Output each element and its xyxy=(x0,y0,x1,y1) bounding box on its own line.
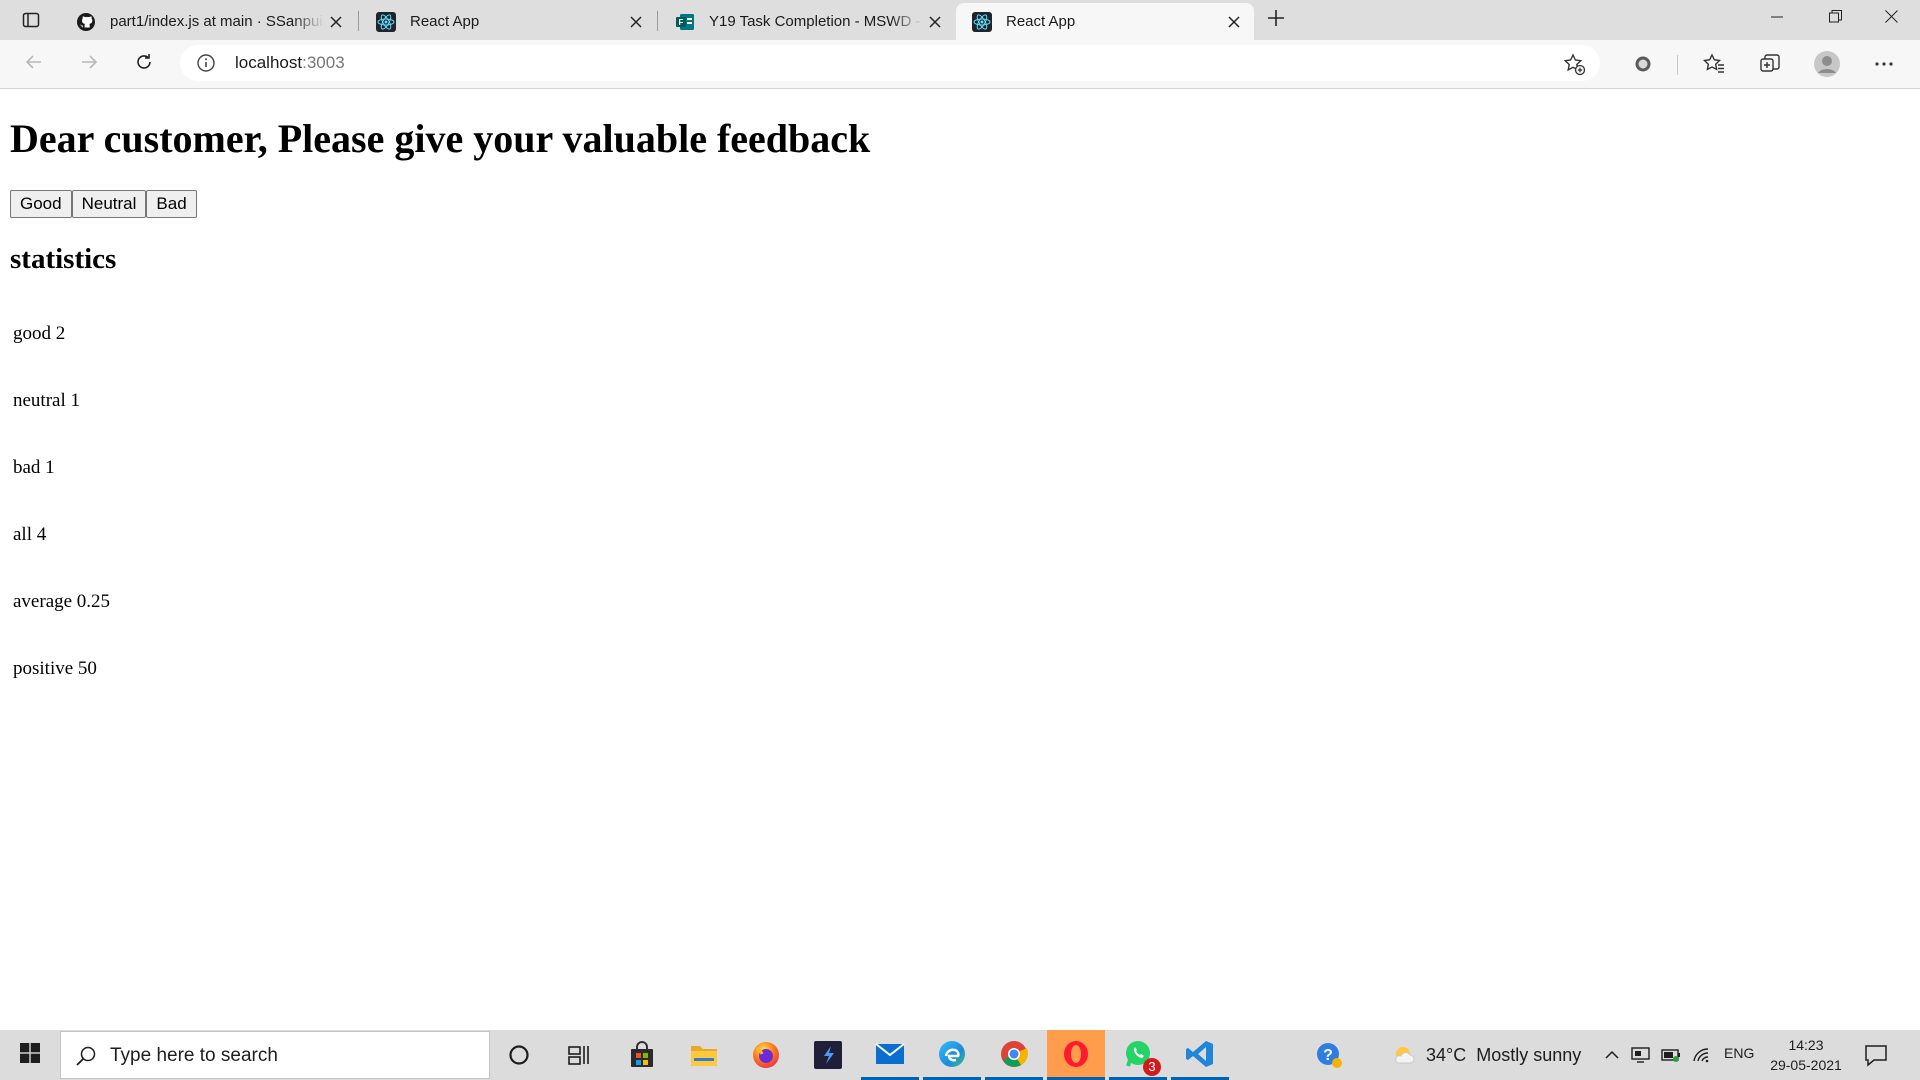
toolbar-separator xyxy=(1677,55,1678,75)
minimize-button[interactable] xyxy=(1748,0,1806,38)
windows-icon xyxy=(20,1042,40,1068)
notification-badge: 3 xyxy=(1143,1058,1161,1076)
weather-condition: Mostly sunny xyxy=(1476,1044,1582,1065)
restore-button[interactable] xyxy=(1806,0,1864,38)
address-bar[interactable]: localhost:3003 xyxy=(180,45,1600,81)
wifi-icon[interactable] xyxy=(1688,1030,1716,1080)
firefox-icon[interactable] xyxy=(737,1030,795,1080)
clock-time: 14:23 xyxy=(1788,1037,1824,1053)
tab-title: React App xyxy=(1006,13,1076,30)
tab-title: React App xyxy=(410,13,480,30)
vscode-icon[interactable] xyxy=(1171,1030,1229,1080)
tab-close-icon[interactable] xyxy=(324,10,348,34)
start-button[interactable] xyxy=(0,1030,60,1080)
help-icon[interactable]: ? xyxy=(1300,1030,1358,1080)
more-options-icon[interactable] xyxy=(1870,50,1898,78)
display-icon[interactable] xyxy=(1628,1030,1654,1080)
opera-icon[interactable] xyxy=(1047,1030,1105,1080)
new-tab-button[interactable] xyxy=(1260,6,1292,34)
github-icon xyxy=(76,12,96,32)
favorites-icon[interactable] xyxy=(1700,50,1728,78)
taskbar: Type here to search 3 ? 34°C Mostly sunn… xyxy=(0,1030,1920,1080)
visual-studio-icon[interactable] xyxy=(799,1030,857,1080)
notification-center-icon[interactable] xyxy=(1862,1041,1890,1069)
clock-date: 29-05-2021 xyxy=(1770,1057,1842,1073)
stat-all: all 4 xyxy=(13,524,47,545)
task-view-icon[interactable] xyxy=(551,1030,609,1080)
tab-github[interactable]: part1/index.js at main · SSanpui/ xyxy=(60,3,356,40)
feedback-buttons: Good Neutral Bad xyxy=(10,190,197,218)
whatsapp-icon[interactable]: 3 xyxy=(1109,1030,1167,1080)
forward-button[interactable] xyxy=(72,48,106,80)
arrow-right-icon xyxy=(79,52,99,77)
url-text: localhost:3003 xyxy=(235,53,345,73)
tab-separator xyxy=(657,11,658,31)
stat-good: good 2 xyxy=(13,323,66,344)
tab-title: part1/index.js at main · SSanpui/ xyxy=(110,13,324,30)
page-title: Dear customer, Please give your valuable… xyxy=(10,116,871,161)
close-window-button[interactable] xyxy=(1862,0,1920,38)
tab-forms[interactable]: F Y19 Task Completion - MSWD - xyxy=(659,3,955,40)
sun-cloud-icon xyxy=(1392,1043,1416,1067)
close-icon xyxy=(1884,10,1898,28)
svg-text:F: F xyxy=(679,18,684,27)
refresh-icon xyxy=(134,52,154,77)
plus-icon xyxy=(1267,9,1285,32)
stat-average: average 0.25 xyxy=(13,591,111,612)
statistics-heading: statistics xyxy=(10,243,117,275)
tab-strip: part1/index.js at main · SSanpui/ React … xyxy=(0,0,1920,40)
page-content: Dear customer, Please give your valuable… xyxy=(0,89,1920,1030)
search-placeholder: Type here to search xyxy=(110,1045,278,1066)
neutral-button[interactable]: Neutral xyxy=(71,190,147,218)
tab-react-app-1[interactable]: React App xyxy=(360,3,656,40)
tab-actions-icon[interactable] xyxy=(13,7,49,33)
weather-temperature: 34°C xyxy=(1426,1044,1467,1065)
react-icon xyxy=(972,11,992,32)
battery-icon[interactable] xyxy=(1658,1030,1684,1080)
weather-widget[interactable]: 34°C Mostly sunny xyxy=(1392,1030,1581,1080)
profile-avatar-icon[interactable] xyxy=(1813,50,1841,78)
tab-close-icon[interactable] xyxy=(1222,10,1246,34)
info-icon[interactable] xyxy=(196,53,216,73)
stat-bad: bad 1 xyxy=(13,457,55,478)
extension-icon[interactable] xyxy=(1629,50,1657,78)
tab-react-app-active[interactable]: React App xyxy=(956,3,1254,40)
forms-icon: F xyxy=(675,12,695,32)
clock[interactable]: 14:23 29-05-2021 xyxy=(1766,1035,1846,1075)
bad-button[interactable]: Bad xyxy=(146,190,197,218)
cortana-icon[interactable] xyxy=(490,1030,548,1080)
edge-icon[interactable] xyxy=(923,1030,981,1080)
chrome-icon[interactable] xyxy=(985,1030,1043,1080)
svg-text:?: ? xyxy=(1323,1047,1333,1064)
tab-close-icon[interactable] xyxy=(923,10,947,34)
stat-positive: positive 50 xyxy=(13,658,97,679)
chevron-up-icon[interactable] xyxy=(1600,1030,1624,1080)
minimize-icon xyxy=(1771,10,1783,28)
mail-icon[interactable] xyxy=(861,1030,919,1080)
react-icon xyxy=(376,11,396,32)
file-explorer-icon[interactable] xyxy=(675,1030,733,1080)
tab-close-icon[interactable] xyxy=(624,10,648,34)
back-button[interactable] xyxy=(17,48,51,80)
taskbar-search-input[interactable]: Type here to search xyxy=(60,1031,490,1079)
url-host: localhost xyxy=(235,53,303,72)
arrow-left-icon xyxy=(24,52,44,77)
good-button[interactable]: Good xyxy=(10,190,72,218)
browser-toolbar: localhost:3003 xyxy=(0,40,1920,89)
refresh-button[interactable] xyxy=(127,48,161,80)
store-icon[interactable] xyxy=(613,1030,671,1080)
restore-icon xyxy=(1828,10,1842,28)
tab-title: Y19 Task Completion - MSWD - xyxy=(709,13,921,30)
url-port: :3003 xyxy=(302,53,345,72)
stat-neutral: neutral 1 xyxy=(13,390,81,411)
add-favorite-icon[interactable] xyxy=(1562,52,1586,76)
language-indicator[interactable]: ENG xyxy=(1724,1045,1754,1061)
tab-separator xyxy=(358,11,359,31)
search-icon xyxy=(75,1045,97,1067)
collections-icon[interactable] xyxy=(1756,50,1784,78)
